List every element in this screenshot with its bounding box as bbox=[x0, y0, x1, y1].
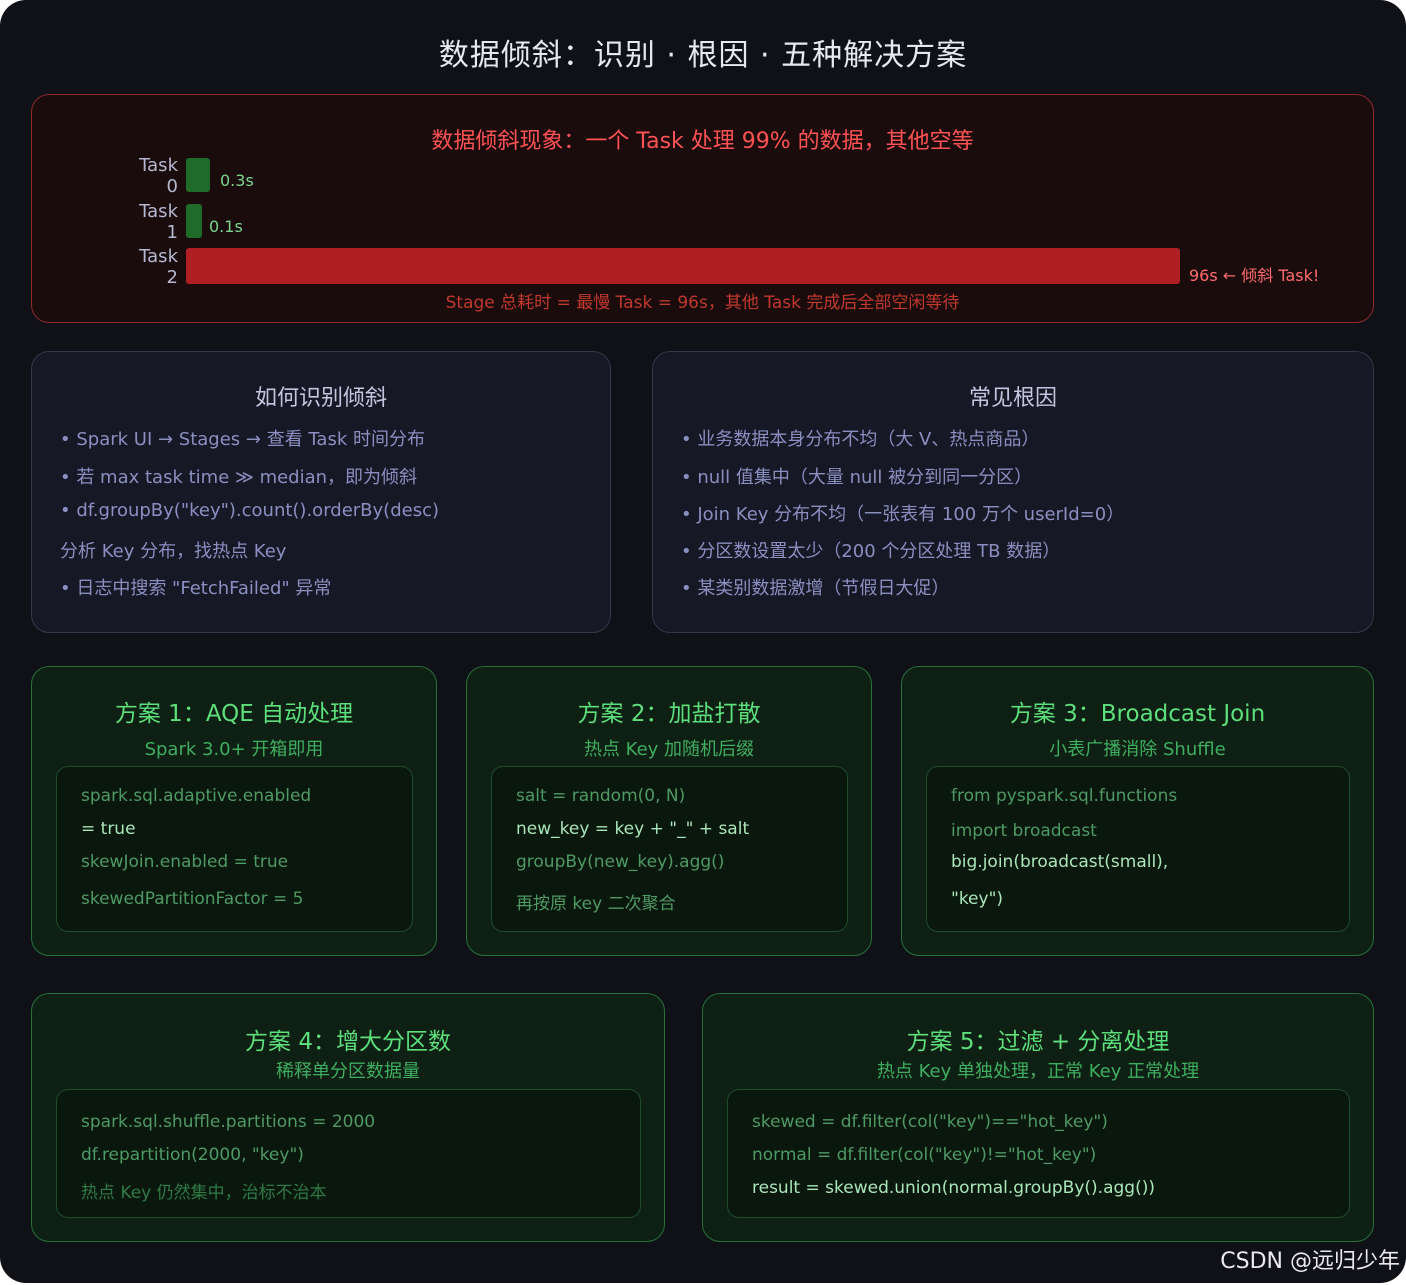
identify-line: 分析 Key 分布，找热点 Key bbox=[60, 541, 287, 562]
cause-line: • null 值集中（大量 null 被分到同一分区） bbox=[681, 467, 1033, 488]
cause-line: • 分区数设置太少（200 个分区处理 TB 数据） bbox=[681, 541, 1061, 562]
code-line: salt = random(0, N) bbox=[516, 786, 686, 806]
code-block: salt = random(0, N) new_key = key + "_" … bbox=[491, 766, 848, 932]
identify-line: • Spark UI → Stages → 查看 Task 时间分布 bbox=[60, 429, 425, 450]
cause-line: • 某类别数据激增（节假日大促） bbox=[681, 578, 950, 599]
code-line: from pyspark.sql.functions bbox=[951, 786, 1178, 806]
skew-title: 数据倾斜现象：一个 Task 处理 99% 的数据，其他空等 bbox=[431, 129, 974, 154]
code-block: from pyspark.sql.functions import broadc… bbox=[926, 766, 1350, 932]
solution-2-panel: 方案 2：加盐打散 热点 Key 加随机后缀 salt = random(0, … bbox=[466, 666, 872, 956]
solution-5-panel: 方案 5：过滤 + 分离处理 热点 Key 单独处理，正常 Key 正常处理 s… bbox=[702, 993, 1374, 1242]
solution-title: 方案 4：增大分区数 bbox=[245, 1029, 451, 1055]
code-line: spark.sql.adaptive.enabled bbox=[81, 786, 312, 806]
identify-panel: 如何识别倾斜 • Spark UI → Stages → 查看 Task 时间分… bbox=[31, 351, 611, 633]
code-line: 热点 Key 仍然集中，治标不治本 bbox=[81, 1183, 327, 1203]
diagram-canvas: 数据倾斜：识别 · 根因 · 五种解决方案 数据倾斜现象：一个 Task 处理 … bbox=[0, 0, 1406, 1283]
code-line: result = skewed.union(normal.groupBy().a… bbox=[752, 1178, 1155, 1198]
code-line: "key") bbox=[951, 889, 1004, 909]
solution-title: 方案 3：Broadcast Join bbox=[1009, 701, 1266, 727]
code-line: normal = df.filter(col("key")!="hot_key"… bbox=[752, 1145, 1097, 1165]
solution-1-panel: 方案 1：AQE 自动处理 Spark 3.0+ 开箱即用 spark.sql.… bbox=[31, 666, 437, 956]
causes-panel: 常见根因 • 业务数据本身分布不均（大 V、热点商品） • null 值集中（大… bbox=[652, 351, 1374, 633]
solution-subtitle: 热点 Key 单独处理，正常 Key 正常处理 bbox=[876, 1061, 1200, 1082]
task-label: Task 1 bbox=[139, 201, 178, 243]
task-bar bbox=[186, 158, 210, 192]
code-line: big.join(broadcast(small), bbox=[951, 852, 1169, 872]
task-label: Task 0 bbox=[139, 155, 178, 197]
cause-line: • 业务数据本身分布不均（大 V、热点商品） bbox=[681, 429, 1040, 450]
cause-line: • Join Key 分布不均（一张表有 100 万个 userId=0） bbox=[681, 504, 1125, 525]
causes-title: 常见根因 bbox=[968, 386, 1057, 411]
task-value: 0.1s bbox=[209, 217, 243, 236]
code-line: spark.sql.shuffle.partitions = 2000 bbox=[81, 1112, 376, 1132]
code-block: spark.sql.shuffle.partitions = 2000 df.r… bbox=[56, 1089, 641, 1218]
skew-panel: 数据倾斜现象：一个 Task 处理 99% 的数据，其他空等 Task 0 0.… bbox=[31, 94, 1374, 323]
code-block: skewed = df.filter(col("key")=="hot_key"… bbox=[727, 1089, 1350, 1218]
task-bar bbox=[186, 248, 1180, 284]
code-line: import broadcast bbox=[951, 821, 1097, 841]
solution-title: 方案 1：AQE 自动处理 bbox=[114, 701, 354, 727]
solution-subtitle: 小表广播消除 Shuffle bbox=[1049, 739, 1226, 760]
page-title: 数据倾斜：识别 · 根因 · 五种解决方案 bbox=[438, 38, 968, 73]
solution-subtitle: 稀释单分区数据量 bbox=[276, 1061, 420, 1082]
solution-subtitle: Spark 3.0+ 开箱即用 bbox=[144, 739, 324, 760]
code-block: spark.sql.adaptive.enabled = true skewJo… bbox=[56, 766, 413, 932]
skew-note: Stage 总耗时 = 最慢 Task = 96s，其他 Task 完成后全部空… bbox=[445, 293, 960, 313]
code-line: 再按原 key 二次聚合 bbox=[516, 894, 676, 914]
identify-line: • 若 max task time ≫ median，即为倾斜 bbox=[60, 467, 418, 488]
task-label: Task 2 bbox=[139, 246, 178, 288]
identify-line: • 日志中搜索 "FetchFailed" 异常 bbox=[60, 578, 332, 599]
code-line: new_key = key + "_" + salt bbox=[516, 819, 750, 839]
solution-3-panel: 方案 3：Broadcast Join 小表广播消除 Shuffle from … bbox=[901, 666, 1374, 956]
identify-line: • df.groupBy("key").count().orderBy(desc… bbox=[60, 500, 439, 521]
identify-title: 如何识别倾斜 bbox=[254, 386, 387, 411]
watermark: CSDN @远归少年 bbox=[1220, 1249, 1400, 1274]
code-line: df.repartition(2000, "key") bbox=[81, 1145, 304, 1165]
task-value: 96s ← 倾斜 Task! bbox=[1189, 266, 1320, 285]
solution-title: 方案 2：加盐打散 bbox=[577, 701, 761, 727]
solution-subtitle: 热点 Key 加随机后缀 bbox=[583, 739, 755, 760]
solution-4-panel: 方案 4：增大分区数 稀释单分区数据量 spark.sql.shuffle.pa… bbox=[31, 993, 665, 1242]
code-line: groupBy(new_key).agg() bbox=[516, 852, 725, 872]
task-value: 0.3s bbox=[220, 171, 254, 190]
code-line: skewJoin.enabled = true bbox=[81, 852, 289, 872]
code-line: = true bbox=[81, 819, 136, 839]
solution-title: 方案 5：过滤 + 分离处理 bbox=[906, 1029, 1170, 1055]
code-line: skewed = df.filter(col("key")=="hot_key"… bbox=[752, 1112, 1108, 1132]
code-line: skewedPartitionFactor = 5 bbox=[81, 889, 304, 909]
task-bar bbox=[186, 204, 202, 238]
